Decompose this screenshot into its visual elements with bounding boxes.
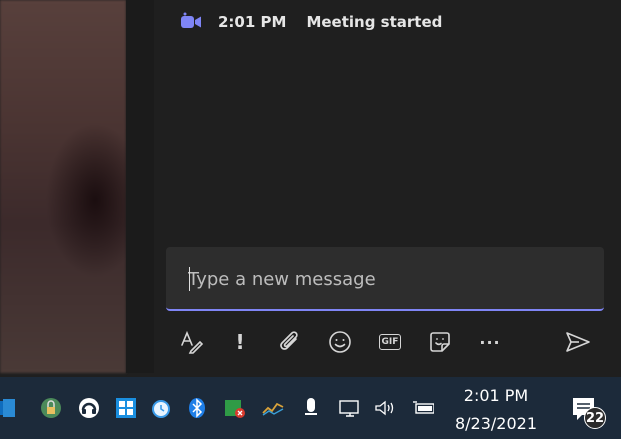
meeting-time: 2:01 PM: [218, 13, 287, 31]
taskbar-clock[interactable]: 2:01 PM 8/23/2021: [448, 385, 544, 435]
gif-button[interactable]: GIF: [376, 328, 404, 356]
sticker-icon: [428, 330, 452, 354]
message-compose-box[interactable]: [166, 247, 604, 311]
video-feed: [0, 0, 126, 373]
windows-taskbar: 2:01 PM 8/23/2021 22: [0, 377, 621, 439]
format-button[interactable]: [178, 328, 206, 356]
graph-app-icon[interactable]: [262, 397, 284, 419]
important-icon: !: [235, 330, 245, 354]
compose-toolbar: ! GIF ···: [166, 322, 604, 362]
alarm-app-icon[interactable]: [150, 397, 172, 419]
meeting-status-text: Meeting started: [306, 13, 443, 31]
panel-divider: [126, 0, 154, 373]
lock-app-icon[interactable]: [40, 397, 62, 419]
headset-app-icon[interactable]: [78, 397, 100, 419]
send-button[interactable]: [564, 328, 592, 356]
notification-center-button[interactable]: 22: [568, 395, 608, 429]
more-icon: ···: [479, 332, 501, 352]
windows-app-icon[interactable]: [115, 397, 137, 419]
notification-count-badge: 22: [584, 407, 606, 429]
outlook-icon[interactable]: [0, 397, 16, 419]
clock-date: 8/23/2021: [454, 414, 538, 433]
more-options-button[interactable]: ···: [476, 328, 504, 356]
sticker-button[interactable]: [426, 328, 454, 356]
display-icon[interactable]: [338, 397, 360, 419]
attach-icon: [279, 330, 301, 354]
meeting-started-event: 2:01 PM Meeting started: [178, 8, 442, 36]
clock-time: 2:01 PM: [463, 386, 529, 405]
meeting-chat-panel: [154, 0, 621, 373]
video-camera-icon: [178, 11, 204, 33]
battery-icon[interactable]: [412, 397, 434, 419]
emoji-button[interactable]: [326, 328, 354, 356]
text-caret: [189, 267, 190, 291]
attach-button[interactable]: [276, 328, 304, 356]
gif-icon: GIF: [379, 334, 401, 350]
message-input[interactable]: [188, 265, 578, 293]
microphone-icon[interactable]: [300, 397, 322, 419]
format-icon: [179, 330, 205, 354]
emoji-icon: [328, 330, 352, 354]
important-button[interactable]: !: [226, 328, 254, 356]
network-app-icon[interactable]: [224, 397, 246, 419]
send-icon: [565, 330, 591, 354]
volume-icon[interactable]: [374, 397, 396, 419]
bluetooth-icon[interactable]: [186, 397, 208, 419]
